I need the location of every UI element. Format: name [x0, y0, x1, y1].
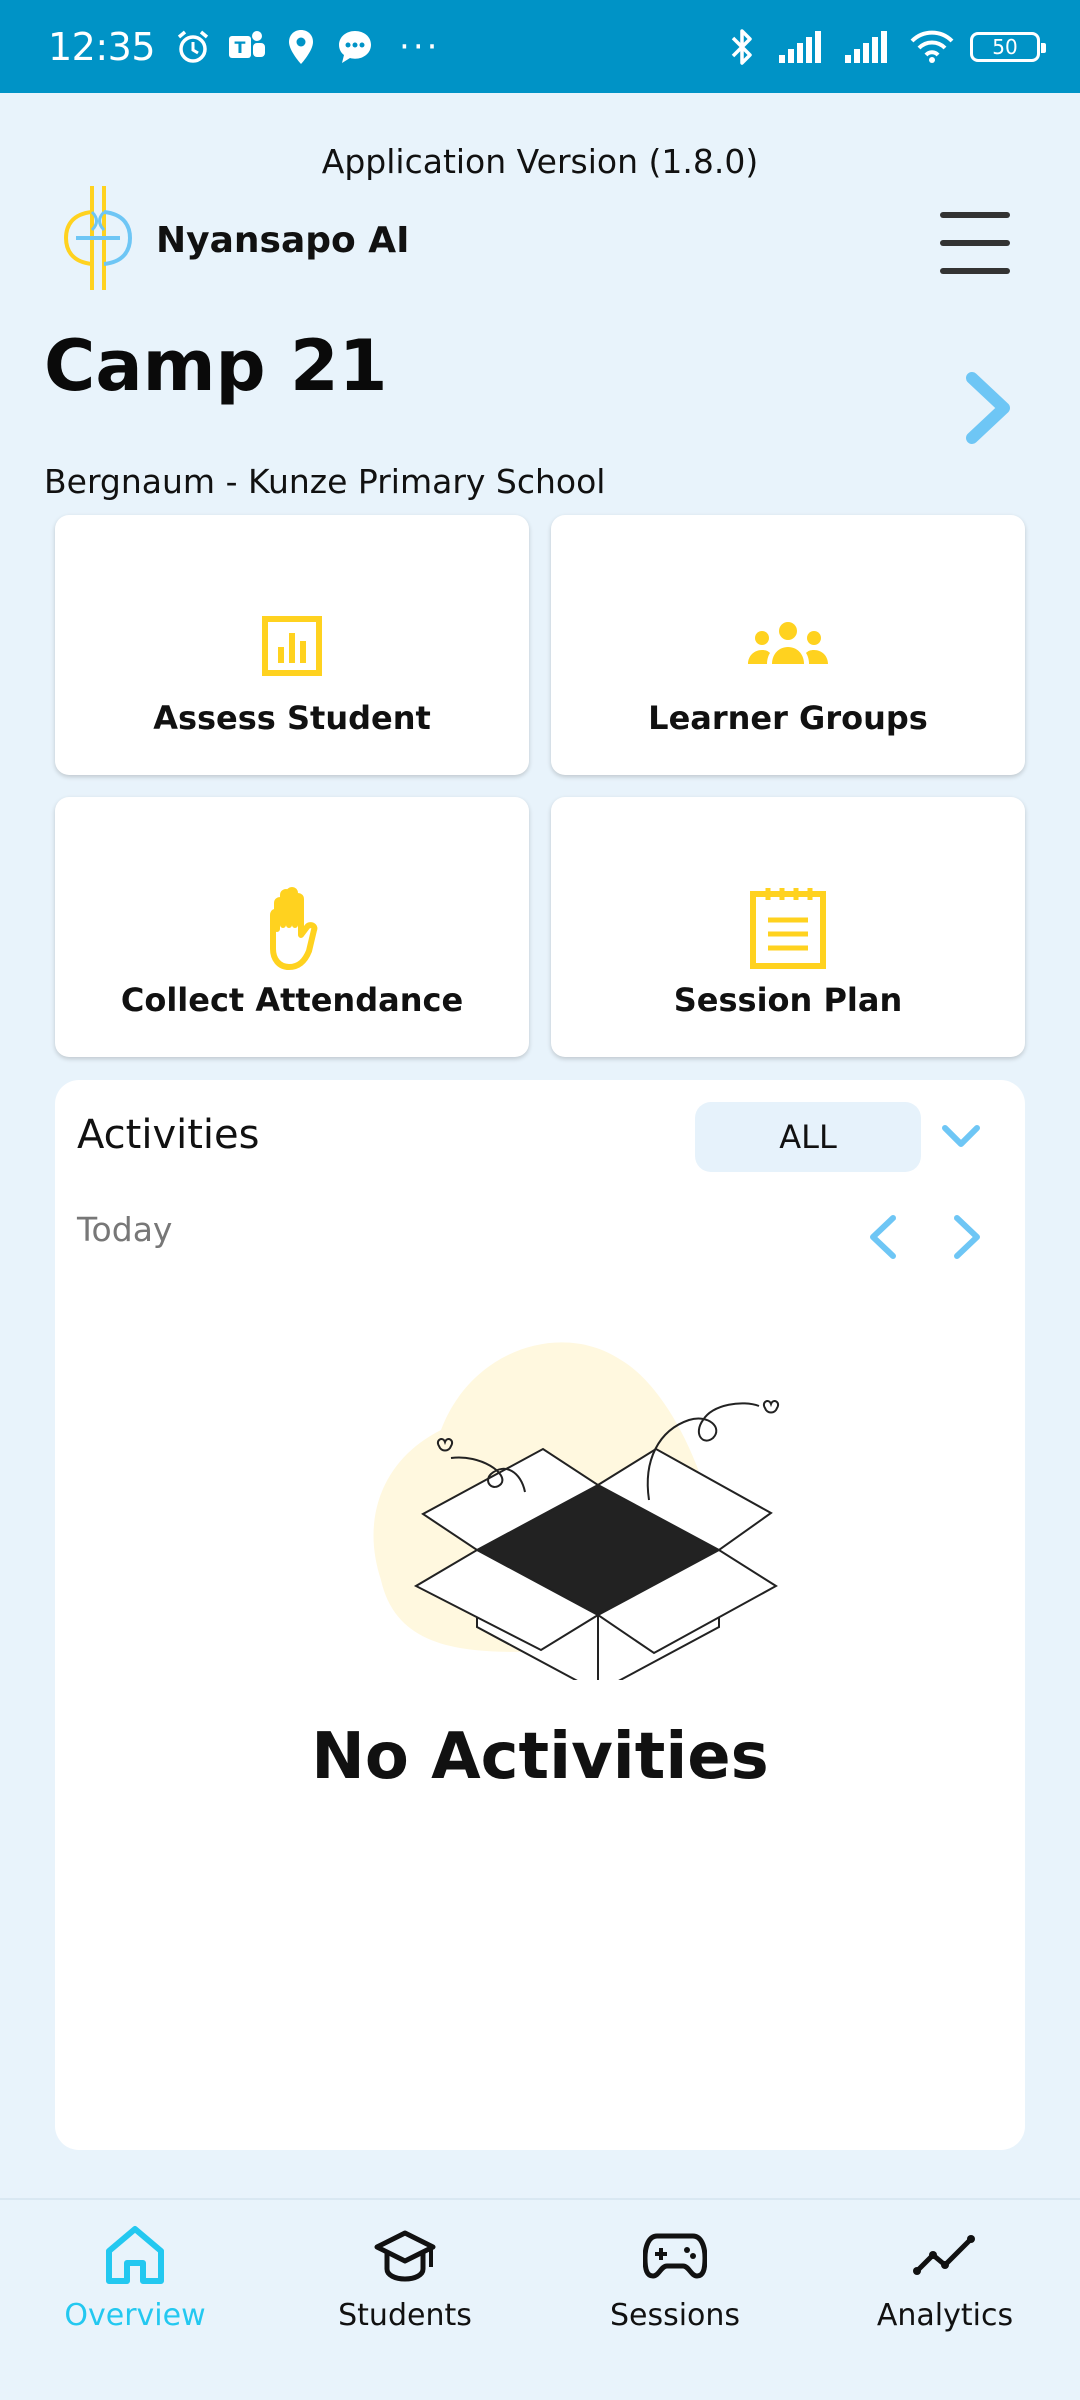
chat-bubble-icon: [335, 27, 375, 67]
activities-card: Activities ALL Today No Activities: [55, 1080, 1025, 2150]
tile-label: Assess Student: [153, 699, 431, 737]
alarm-icon: [173, 27, 213, 67]
trend-line-icon: [910, 2220, 980, 2290]
teams-icon: T: [227, 27, 267, 67]
chevron-down-icon[interactable]: [939, 1114, 983, 1158]
hand-icon: [247, 883, 337, 973]
nav-label: Students: [338, 2298, 472, 2333]
nav-item-students[interactable]: Students: [270, 2200, 540, 2400]
brand-name: Nyansapo AI: [156, 219, 410, 261]
nav-label: Analytics: [876, 2298, 1014, 2333]
collect-attendance-button[interactable]: Collect Attendance: [55, 797, 529, 1057]
nyansapo-logo-icon: [62, 182, 134, 298]
no-activities-message: No Activities: [311, 1720, 769, 1794]
activities-title: Activities: [77, 1112, 260, 1158]
location-pin-icon: [281, 27, 321, 67]
brand: Nyansapo AI: [62, 182, 410, 298]
nav-item-analytics[interactable]: Analytics: [810, 2200, 1080, 2400]
status-left: 12:35 T ···: [48, 25, 440, 69]
graduation-cap-icon: [370, 2220, 440, 2290]
nav-item-overview[interactable]: Overview: [0, 2200, 270, 2400]
empty-box-illustration: [311, 1260, 791, 1694]
signal-icon: [776, 27, 828, 67]
session-plan-button[interactable]: Session Plan: [551, 797, 1025, 1057]
nav-label: Sessions: [609, 2298, 741, 2333]
app-version: Application Version (1.8.0): [321, 142, 759, 181]
tile-label: Learner Groups: [648, 699, 928, 737]
tile-label: Collect Attendance: [120, 981, 464, 1019]
learner-groups-button[interactable]: Learner Groups: [551, 515, 1025, 775]
bottom-nav: Overview Students Sessions Analytics: [0, 2198, 1080, 2400]
status-right: 50: [722, 27, 1046, 67]
activities-filter-select[interactable]: ALL: [695, 1102, 921, 1172]
camp-title: Camp 21: [44, 325, 388, 407]
tile-label: Session Plan: [673, 981, 903, 1019]
more-notifications-icon: ···: [399, 26, 441, 67]
wifi-icon: [908, 27, 956, 67]
chevron-right-icon[interactable]: [960, 372, 1016, 444]
activities-date: Today: [77, 1210, 173, 1249]
home-icon: [100, 2220, 170, 2290]
status-time: 12:35: [48, 24, 156, 69]
nav-item-sessions[interactable]: Sessions: [540, 2200, 810, 2400]
nav-label: Overview: [64, 2298, 206, 2333]
notepad-icon: [743, 883, 833, 973]
group-icon: [743, 601, 833, 691]
bar-chart-icon: [247, 601, 337, 691]
status-bar: 12:35 T ··· 50: [0, 0, 1080, 93]
bluetooth-icon: [722, 27, 762, 67]
gamepad-icon: [640, 2220, 710, 2290]
battery-icon: 50: [970, 31, 1046, 62]
chevron-left-icon[interactable]: [863, 1212, 903, 1262]
school-name: Bergnaum - Kunze Primary School: [44, 462, 606, 501]
signal-icon: [842, 27, 894, 67]
hamburger-menu-icon[interactable]: [940, 212, 1010, 274]
assess-student-button[interactable]: Assess Student: [55, 515, 529, 775]
chevron-right-icon[interactable]: [947, 1212, 987, 1262]
svg-text:T: T: [235, 38, 246, 57]
